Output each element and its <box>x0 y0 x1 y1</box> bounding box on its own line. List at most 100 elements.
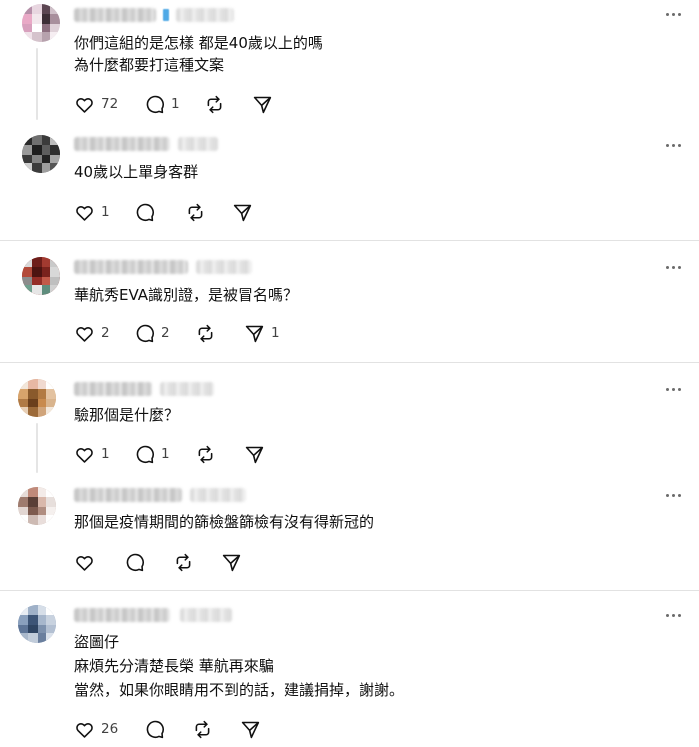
share-button[interactable]: 1 <box>244 321 280 345</box>
reply-count: 2 <box>161 325 170 341</box>
username[interactable] <box>74 488 182 502</box>
reply-post-6: 盜圖仔 麻煩先分清楚長榮 華航再來騙 當然，如果你眼睛用不到的話，建議捐掉，謝謝… <box>0 591 699 747</box>
more-options-icon[interactable] <box>664 607 684 623</box>
repost-button[interactable] <box>195 442 222 466</box>
reply-post-2: 40歲以上單身客群 1 <box>0 125 699 240</box>
reply-button[interactable]: 1 <box>144 92 180 116</box>
reply-post-4: 驗那個是什麼？ 1 1 <box>0 363 699 473</box>
timestamp <box>180 608 232 622</box>
more-options-icon[interactable] <box>664 137 684 153</box>
post-text-line: 那個是疫情期間的篩檢盤篩檢有沒有得新冠的 <box>74 513 375 531</box>
share-button[interactable] <box>232 200 259 224</box>
action-bar: 72 1 <box>74 92 334 116</box>
timestamp <box>178 137 218 151</box>
reply-button[interactable] <box>144 717 171 741</box>
reply-button[interactable] <box>134 200 161 224</box>
repost-arrows-icon <box>176 553 191 571</box>
like-button[interactable] <box>74 550 101 574</box>
comment-bubble-icon <box>126 553 144 571</box>
like-button[interactable]: 2 <box>74 321 110 345</box>
heart-icon <box>76 555 93 571</box>
post-text-line: 你們這組的是怎樣 都是40歲以上的嗎 <box>74 34 323 52</box>
post-text-line: 麻煩先分清楚長榮 華航再來騙 <box>74 657 274 675</box>
action-bar <box>74 550 334 574</box>
reply-count: 1 <box>161 446 170 462</box>
send-paper-plane-icon <box>253 96 272 113</box>
comment-bubble-icon <box>136 203 154 221</box>
send-paper-plane-icon <box>245 446 264 463</box>
username[interactable] <box>74 382 152 396</box>
like-count: 2 <box>101 325 110 341</box>
repost-arrows-icon <box>198 324 213 342</box>
like-button[interactable]: 72 <box>74 92 118 116</box>
avatar[interactable] <box>22 257 60 295</box>
reply-post-3: 華航秀EVA識別證，是被冒名嗎？ 2 2 1 <box>0 241 699 362</box>
repost-button[interactable] <box>185 200 212 224</box>
like-count: 1 <box>101 204 110 220</box>
share-button[interactable] <box>252 92 279 116</box>
heart-icon <box>76 205 93 221</box>
like-button[interactable]: 1 <box>74 442 110 466</box>
repost-arrows-icon <box>195 720 210 738</box>
post-text-line: 為什麼都要打這種文案 <box>74 56 225 74</box>
thread-line <box>36 423 38 473</box>
timestamp <box>160 382 214 396</box>
share-count: 1 <box>271 325 280 341</box>
share-button[interactable] <box>240 717 267 741</box>
repost-arrows-icon <box>188 203 203 221</box>
like-count: 72 <box>101 96 119 112</box>
send-paper-plane-icon <box>241 721 260 738</box>
thread-line <box>36 48 38 120</box>
comment-bubble-icon <box>146 720 164 738</box>
reply-post-1: 你們這組的是怎樣 都是40歲以上的嗎 為什麼都要打這種文案 72 1 <box>0 0 699 125</box>
post-text-line: 40歲以上單身客群 <box>74 163 199 181</box>
like-count: 1 <box>101 446 110 462</box>
send-paper-plane-icon <box>222 554 241 571</box>
repost-button[interactable] <box>195 321 222 345</box>
send-paper-plane-icon <box>245 325 264 342</box>
action-bar: 1 <box>74 200 334 224</box>
reply-button[interactable]: 2 <box>134 321 170 345</box>
username[interactable] <box>74 8 156 22</box>
heart-icon <box>76 326 93 342</box>
avatar[interactable] <box>18 379 56 417</box>
more-options-icon[interactable] <box>664 381 684 397</box>
avatar[interactable] <box>18 605 56 643</box>
action-bar: 26 <box>74 717 334 741</box>
post-text-line: 盜圖仔 <box>74 633 120 651</box>
post-text-line: 驗那個是什麼？ <box>74 406 180 424</box>
comment-bubble-icon <box>146 95 164 113</box>
username[interactable] <box>74 137 170 151</box>
post-text-line: 當然，如果你眼睛用不到的話，建議捐掉，謝謝。 <box>74 681 405 699</box>
comment-bubble-icon <box>136 445 154 463</box>
repost-button[interactable] <box>192 717 219 741</box>
verified-badge-icon <box>163 9 169 21</box>
send-paper-plane-icon <box>233 204 252 221</box>
like-button[interactable]: 26 <box>74 717 118 741</box>
username[interactable] <box>74 608 170 622</box>
username[interactable] <box>74 260 188 274</box>
reply-button[interactable]: 1 <box>134 442 170 466</box>
more-options-icon[interactable] <box>664 6 684 22</box>
repost-arrows-icon <box>198 445 213 463</box>
like-count: 26 <box>101 721 119 737</box>
timestamp <box>196 260 252 274</box>
heart-icon <box>76 97 93 113</box>
share-button[interactable] <box>221 550 248 574</box>
avatar[interactable] <box>22 135 60 173</box>
comment-bubble-icon <box>136 324 154 342</box>
repost-button[interactable] <box>204 92 231 116</box>
reply-button[interactable] <box>124 550 151 574</box>
more-options-icon[interactable] <box>664 259 684 275</box>
share-button[interactable] <box>244 442 271 466</box>
avatar[interactable] <box>18 487 56 525</box>
more-options-icon[interactable] <box>664 487 684 503</box>
like-button[interactable]: 1 <box>74 200 110 224</box>
avatar[interactable] <box>22 4 60 42</box>
action-bar: 1 1 <box>74 442 334 466</box>
timestamp <box>176 8 234 22</box>
action-bar: 2 2 1 <box>74 321 334 345</box>
post-text-line: 華航秀EVA識別證，是被冒名嗎？ <box>74 286 299 304</box>
repost-button[interactable] <box>173 550 200 574</box>
reply-post-5: 那個是疫情期間的篩檢盤篩檢有沒有得新冠的 <box>0 473 699 589</box>
